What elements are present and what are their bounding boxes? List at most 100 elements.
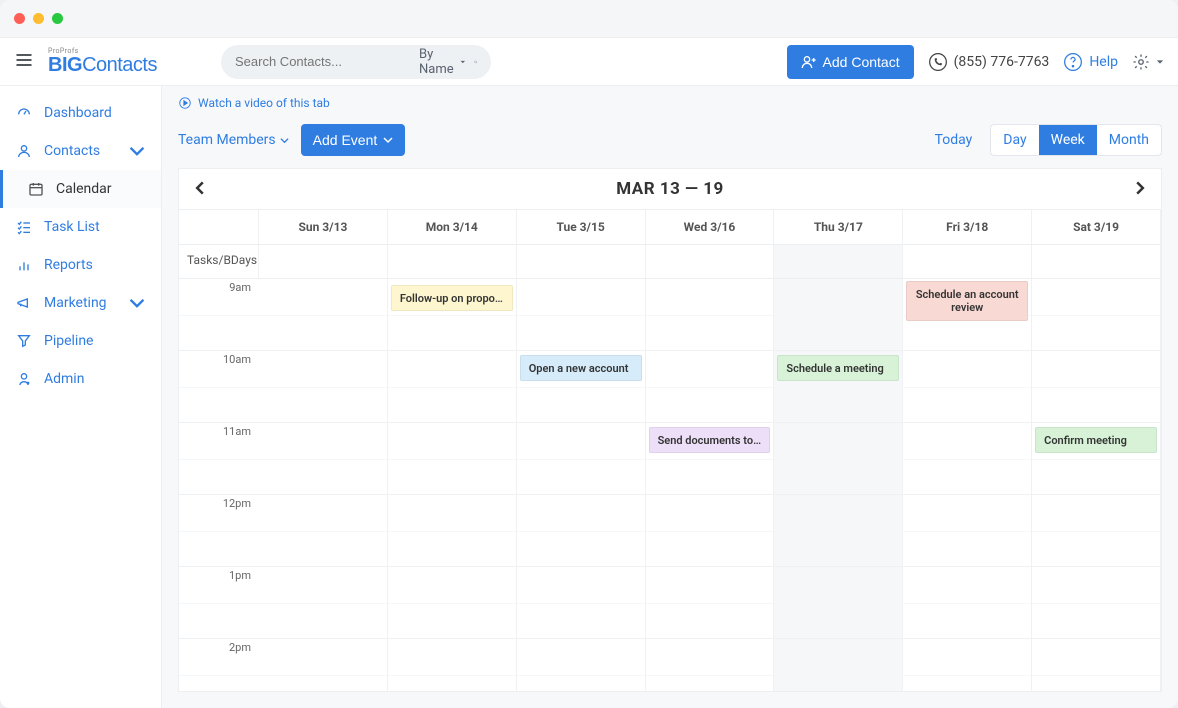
chevron-down-icon xyxy=(383,135,393,145)
event-item[interactable]: Send documents to sign xyxy=(649,427,771,453)
view-day-button[interactable]: Day xyxy=(991,125,1038,155)
maximize-window-icon[interactable] xyxy=(52,13,63,24)
search-filter-dropdown[interactable]: By Name xyxy=(419,47,466,77)
search-bar[interactable]: By Name xyxy=(221,45,491,79)
chevron-right-icon xyxy=(1133,181,1147,195)
time-label: 9am xyxy=(179,279,259,351)
sidebar-item-reports[interactable]: Reports xyxy=(0,246,161,284)
today-label: Today xyxy=(935,132,973,148)
view-toggle: Day Week Month xyxy=(990,124,1162,156)
help-icon xyxy=(1063,52,1083,72)
team-members-dropdown[interactable]: Team Members xyxy=(178,132,289,148)
add-event-button[interactable]: Add Event xyxy=(301,124,406,156)
tasks-icon xyxy=(16,219,32,235)
topbar: ProProfs BIGContacts By Name Add Contact… xyxy=(0,38,1178,86)
admin-icon xyxy=(16,371,32,387)
day-column-wed[interactable]: Send documents to sign xyxy=(646,279,775,691)
event-item[interactable]: Open a new account xyxy=(520,355,642,381)
minimize-window-icon[interactable] xyxy=(33,13,44,24)
team-members-label: Team Members xyxy=(178,132,276,148)
day-header: Fri 3/18 xyxy=(903,210,1032,244)
time-label: 11am xyxy=(179,423,259,495)
search-filter-label: By Name xyxy=(419,47,456,77)
add-contact-button[interactable]: Add Contact xyxy=(787,45,914,79)
event-item[interactable]: Follow-up on proposal xyxy=(391,285,513,311)
menu-toggle-button[interactable] xyxy=(14,50,34,74)
sidebar-item-label: Dashboard xyxy=(44,105,112,121)
time-label: 1pm xyxy=(179,567,259,639)
day-column-mon[interactable]: Follow-up on proposal xyxy=(388,279,517,691)
phone-number[interactable]: (855) 776-7763 xyxy=(928,52,1050,72)
calendar-controls: Team Members Add Event Today Day Week Mo… xyxy=(162,120,1178,168)
caret-down-icon xyxy=(460,58,466,66)
app-logo[interactable]: ProProfs BIGContacts xyxy=(48,48,157,75)
megaphone-icon xyxy=(16,295,32,311)
sidebar-item-dashboard[interactable]: Dashboard xyxy=(0,94,161,132)
event-item[interactable]: Schedule an account review xyxy=(906,281,1028,321)
day-header: Sun 3/13 xyxy=(259,210,388,244)
day-header: Thu 3/17 xyxy=(774,210,903,244)
event-item[interactable]: Confirm meeting xyxy=(1035,427,1157,453)
phone-label: (855) 776-7763 xyxy=(954,54,1050,70)
sidebar-item-label: Admin xyxy=(44,371,84,387)
time-label: 12pm xyxy=(179,495,259,567)
today-button[interactable]: Today xyxy=(935,132,973,148)
sidebar-item-contacts[interactable]: Contacts xyxy=(0,132,161,170)
sidebar-item-label: Pipeline xyxy=(44,333,94,349)
day-header: Tue 3/15 xyxy=(517,210,646,244)
bar-chart-icon xyxy=(16,257,32,273)
time-label: 2pm xyxy=(179,639,259,691)
help-link[interactable]: Help xyxy=(1063,52,1118,72)
day-column-sun[interactable] xyxy=(259,279,388,691)
sidebar-item-label: Marketing xyxy=(44,295,107,311)
add-event-label: Add Event xyxy=(313,132,378,148)
day-column-sat[interactable]: Confirm meeting xyxy=(1032,279,1161,691)
calendar-grid: 9am 10am 11am 12pm 1pm 2pm xyxy=(179,279,1161,691)
day-header: Wed 3/16 xyxy=(646,210,775,244)
settings-button[interactable] xyxy=(1132,53,1164,71)
calendar-title-row: MAR 13 — 19 xyxy=(179,169,1161,210)
view-month-button[interactable]: Month xyxy=(1097,125,1161,155)
watch-video-label: Watch a video of this tab xyxy=(198,96,330,110)
sidebar-item-label: Contacts xyxy=(44,143,100,159)
watch-video-link[interactable]: Watch a video of this tab xyxy=(162,86,1178,120)
day-column-thu[interactable]: Schedule a meeting xyxy=(774,279,903,691)
caret-down-icon xyxy=(1156,58,1164,66)
event-item[interactable]: Schedule a meeting xyxy=(777,355,899,381)
search-input[interactable] xyxy=(235,54,411,69)
window-controls xyxy=(0,0,1178,38)
close-window-icon[interactable] xyxy=(14,13,25,24)
header-blank xyxy=(179,210,259,244)
chevron-down-icon xyxy=(280,136,289,145)
play-circle-icon xyxy=(178,96,192,110)
gear-icon xyxy=(1132,53,1150,71)
sidebar-item-calendar[interactable]: Calendar xyxy=(0,170,161,208)
sidebar-item-admin[interactable]: Admin xyxy=(0,360,161,398)
search-icon[interactable] xyxy=(474,55,477,69)
day-column-fri[interactable]: Schedule an account review xyxy=(903,279,1032,691)
view-week-button[interactable]: Week xyxy=(1039,125,1097,155)
calendar: MAR 13 — 19 Sun 3/13 Mon 3/14 Tue 3/15 W… xyxy=(178,168,1162,692)
sidebar-item-label: Calendar xyxy=(56,181,112,197)
tasks-bdays-row: Tasks/BDays xyxy=(179,245,1161,279)
sidebar-item-pipeline[interactable]: Pipeline xyxy=(0,322,161,360)
time-label: 10am xyxy=(179,351,259,423)
prev-week-button[interactable] xyxy=(193,180,207,199)
sidebar-item-label: Reports xyxy=(44,257,93,273)
chevron-down-icon xyxy=(129,143,145,159)
day-header: Sat 3/19 xyxy=(1032,210,1161,244)
day-column-tue[interactable]: Open a new account xyxy=(517,279,646,691)
sidebar-item-task-list[interactable]: Task List xyxy=(0,208,161,246)
sidebar-item-marketing[interactable]: Marketing xyxy=(0,284,161,322)
chevron-left-icon xyxy=(193,181,207,195)
phone-icon xyxy=(928,52,948,72)
funnel-icon xyxy=(16,333,32,349)
chevron-down-icon xyxy=(129,295,145,311)
gauge-icon xyxy=(16,105,32,121)
calendar-title: MAR 13 — 19 xyxy=(616,179,723,199)
next-week-button[interactable] xyxy=(1133,180,1147,199)
tasks-label: Tasks/BDays xyxy=(179,245,259,278)
add-contact-label: Add Contact xyxy=(823,54,900,70)
day-header: Mon 3/14 xyxy=(388,210,517,244)
user-icon xyxy=(16,143,32,159)
